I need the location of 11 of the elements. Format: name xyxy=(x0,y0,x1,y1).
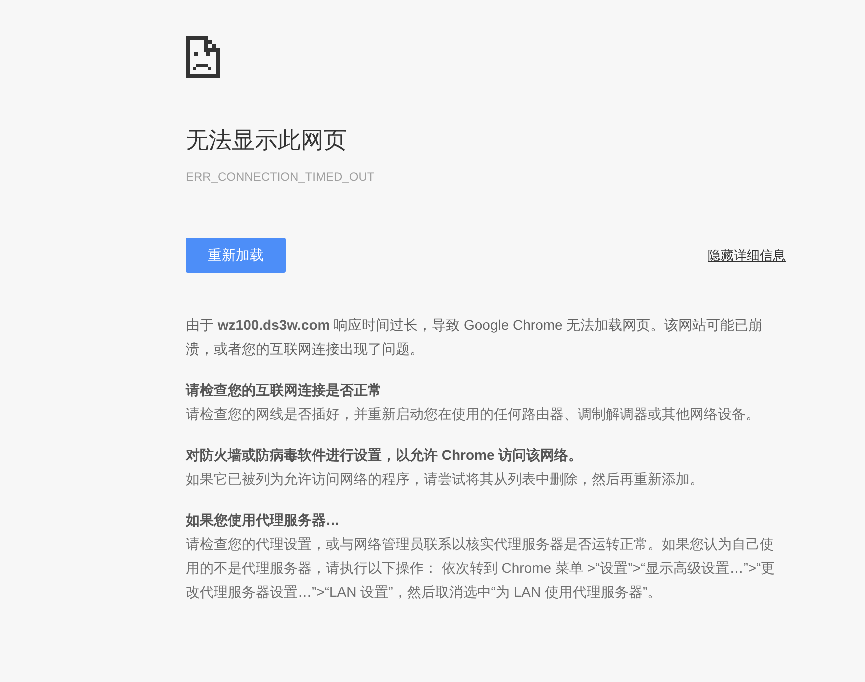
suggestion-heading: 对防火墙或防病毒软件进行设置，以允许 Chrome 访问该网络。 xyxy=(186,446,584,465)
error-title: 无法显示此网页 xyxy=(186,126,348,155)
suggestion-heading: 如果您使用代理服务器… xyxy=(186,511,341,530)
sad-page-icon xyxy=(186,36,220,78)
error-description: 由于 wz100.ds3w.com 响应时间过长，导致 Google Chrome 无法加载网页。该网站可能已崩溃，或者您的互联网连接出现了问题。 xyxy=(186,316,764,359)
error-code: ERR_CONNECTION_TIMED_OUT xyxy=(186,170,376,184)
suggestion-heading: 请检查您的互联网连接是否正常 xyxy=(186,381,383,400)
suggestion-text: 如果它已被列为允许访问网络的程序，请尝试将其从列表中删除，然后再重新添加。 xyxy=(186,470,705,489)
hide-details-link[interactable]: 隐藏详细信息 xyxy=(708,246,786,264)
suggestion-text: 请检查您的网线是否插好，并重新启动您在使用的任何路由器、调制解调器或其他网络设备。 xyxy=(186,405,761,424)
suggestion-text: 请检查您的代理设置，或与网络管理员联系以核实代理服务器是否运转正常。如果您认为自己使用的不是代理服务器，请执行以下操作： 依次转到 Chrome 菜单 >“设置”>“显示高级设置…”>“更改代理服务器设置…”>“LAN 设置”，然后取消选中“为 LAN 使用代理服务器”。 xyxy=(186,535,776,602)
